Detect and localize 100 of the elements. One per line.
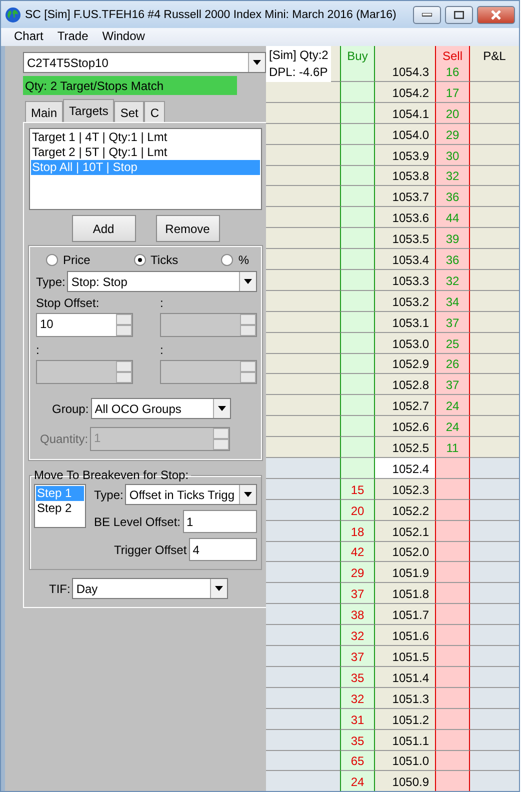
sell-cell[interactable]: 39 [435, 228, 470, 250]
sell-cell[interactable]: 24 [435, 395, 470, 416]
sell-cell[interactable] [435, 708, 470, 730]
sell-cell[interactable]: 30 [435, 144, 470, 166]
ladder-cell[interactable] [266, 270, 340, 291]
buy-cell[interactable] [340, 228, 375, 250]
buy-cell[interactable] [340, 249, 375, 270]
ladder-cell[interactable] [266, 500, 340, 521]
buy-cell[interactable] [340, 186, 375, 208]
ladder-cell[interactable] [266, 228, 340, 250]
sell-cell[interactable] [435, 646, 470, 667]
list-item[interactable]: Target 1 | 4T | Qty:1 | Lmt [31, 130, 260, 145]
ladder-cell[interactable] [266, 771, 340, 791]
buy-cell[interactable] [340, 82, 375, 103]
sell-cell[interactable] [435, 730, 470, 750]
ladder-cell[interactable] [266, 82, 340, 103]
sell-cell[interactable]: 25 [435, 332, 470, 354]
buy-cell[interactable] [340, 312, 375, 333]
sell-cell[interactable] [435, 666, 470, 688]
sell-cell[interactable] [435, 771, 470, 791]
sell-cell[interactable] [435, 604, 470, 626]
menu-item[interactable]: Window [95, 28, 152, 46]
ladder-cell[interactable] [266, 520, 340, 542]
sell-cell[interactable]: 36 [435, 249, 470, 270]
ladder-cell[interactable] [266, 144, 340, 166]
minimize-button[interactable] [413, 6, 441, 24]
list-item[interactable]: Target 2 | 5T | Qty:1 | Lmt [31, 145, 260, 160]
ladder-cell[interactable] [266, 102, 340, 124]
buy-cell[interactable]: 15 [340, 478, 375, 500]
sell-cell[interactable] [435, 750, 470, 772]
ladder-cell[interactable] [266, 604, 340, 626]
ladder-cell[interactable] [266, 437, 340, 458]
remove-button[interactable]: Remove [156, 215, 220, 242]
ladder-cell[interactable] [266, 730, 340, 750]
ladder-cell[interactable] [266, 750, 340, 772]
sell-cell[interactable]: 37 [435, 312, 470, 333]
menu-item[interactable]: Trade [50, 28, 96, 46]
buy-cell[interactable] [340, 290, 375, 312]
ladder-cell[interactable] [266, 542, 340, 562]
buy-cell[interactable]: Buy [340, 46, 375, 82]
radio-button[interactable] [221, 254, 234, 266]
ladder-cell[interactable] [266, 666, 340, 688]
sell-cell[interactable] [435, 562, 470, 584]
ladder-cell[interactable] [266, 395, 340, 416]
buy-cell[interactable] [340, 124, 375, 145]
buy-cell[interactable]: 35 [340, 730, 375, 750]
buy-cell[interactable] [340, 332, 375, 354]
buy-cell[interactable]: 42 [340, 542, 375, 562]
buy-cell[interactable] [340, 207, 375, 228]
list-item[interactable]: Step 1 [36, 486, 84, 501]
sell-cell[interactable]: 20 [435, 102, 470, 124]
ladder-cell[interactable] [266, 688, 340, 709]
buy-cell[interactable]: 37 [340, 583, 375, 604]
ladder-cell[interactable] [266, 332, 340, 354]
sell-cell[interactable]: 32 [435, 270, 470, 291]
buy-cell[interactable]: 20 [340, 500, 375, 521]
ladder-cell[interactable] [266, 207, 340, 228]
ladder-cell[interactable] [266, 416, 340, 438]
sell-cell[interactable] [435, 583, 470, 604]
sell-cell[interactable]: 44 [435, 207, 470, 228]
sell-cell[interactable]: 29 [435, 124, 470, 145]
ladder-cell[interactable] [266, 478, 340, 500]
preset-dropdown[interactable]: C2T4T5Stop10 [23, 52, 266, 73]
buy-cell[interactable]: 24 [340, 771, 375, 791]
tab[interactable]: Main [25, 101, 64, 122]
ladder-cell[interactable] [266, 290, 340, 312]
close-button[interactable] [477, 6, 515, 24]
buy-cell[interactable]: 37 [340, 646, 375, 667]
sell-cell[interactable] [435, 478, 470, 500]
buy-cell[interactable]: 65 [340, 750, 375, 772]
buy-cell[interactable]: 32 [340, 625, 375, 646]
tab[interactable]: Targets [63, 99, 114, 122]
ladder-cell[interactable] [266, 708, 340, 730]
sell-cell[interactable] [435, 625, 470, 646]
sell-cell[interactable]: 26 [435, 354, 470, 374]
sell-cell[interactable] [435, 688, 470, 709]
ladder-cell[interactable] [266, 458, 340, 479]
ladder-cell[interactable] [266, 646, 340, 667]
ladder-cell[interactable] [266, 166, 340, 186]
ladder-cell[interactable] [266, 186, 340, 208]
ladder-cell[interactable] [266, 249, 340, 270]
buy-cell[interactable] [340, 102, 375, 124]
maximize-button[interactable] [445, 6, 473, 24]
menu-item[interactable]: Chart [7, 28, 50, 46]
ladder-cell[interactable]: [Sim] Qty:2 DPL: -4.6P [266, 46, 340, 82]
buy-cell[interactable] [340, 437, 375, 458]
tab[interactable]: C [144, 101, 166, 122]
tab[interactable]: Set [114, 101, 144, 122]
buy-cell[interactable] [340, 354, 375, 374]
buy-cell[interactable]: 32 [340, 688, 375, 709]
ladder-cell[interactable] [266, 354, 340, 374]
type-dropdown[interactable]: Stop: Stop [67, 271, 257, 292]
sell-cell[interactable]: 34 [435, 290, 470, 312]
sell-cell[interactable]: 37 [435, 374, 470, 396]
buy-cell[interactable] [340, 166, 375, 186]
type-dropdown[interactable]: Offset in Ticks Trigg [125, 484, 257, 505]
radio-button[interactable] [46, 254, 58, 266]
input-field[interactable]: 1 [182, 510, 257, 533]
sell-cell[interactable]: 36 [435, 186, 470, 208]
buy-cell[interactable]: 31 [340, 708, 375, 730]
